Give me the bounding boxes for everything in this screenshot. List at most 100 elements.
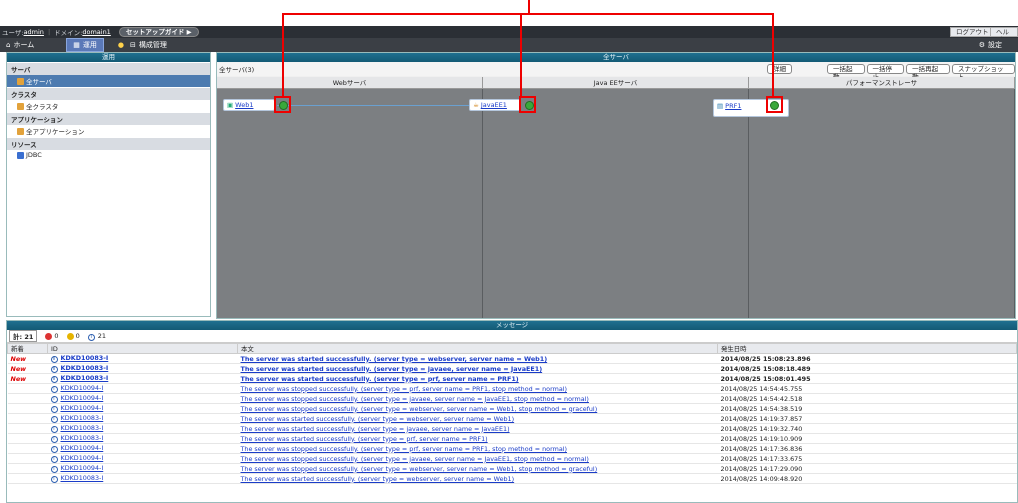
new-flag: [7, 403, 48, 414]
total-count[interactable]: 計: 21: [9, 330, 38, 342]
message-id-link[interactable]: KDKD10083-I: [61, 424, 104, 432]
action-button[interactable]: スナップショット: [951, 64, 1016, 81]
tree-section[interactable]: アプリケーション: [7, 113, 210, 125]
message-text-link[interactable]: The server was started successfully. (se…: [241, 355, 548, 363]
message-text-cell: The server was stopped successfully. (se…: [237, 403, 718, 414]
logout-button[interactable]: ログアウト: [950, 27, 995, 37]
config-icon: ⊟: [129, 41, 136, 49]
message-text-link[interactable]: The server was started successfully. (se…: [241, 375, 519, 383]
node-javaee1-link[interactable]: JavaEE1: [481, 101, 507, 109]
message-id-link[interactable]: KDKD10083-I: [61, 474, 104, 482]
message-id-link[interactable]: KDKD10094-I: [61, 464, 104, 472]
error-count-filter[interactable]: 0: [45, 332, 59, 340]
tree-section[interactable]: クラスタ: [7, 88, 210, 100]
message-text-cell: The server was stopped successfully. (se…: [237, 383, 718, 394]
col-header-new[interactable]: 新着: [7, 343, 48, 354]
new-flag: New: [7, 363, 48, 374]
message-text-cell: The server was started successfully. (se…: [237, 353, 718, 364]
action-button[interactable]: 一括再起動: [906, 64, 950, 81]
nav-home[interactable]: ⌂ ホーム: [0, 38, 40, 52]
domain-link[interactable]: domain1: [82, 28, 110, 36]
setup-guide-label: セットアップガイド: [125, 28, 185, 36]
message-row[interactable]: i KDKD10094-I The server was stopped succe…: [7, 383, 1017, 394]
tree-section[interactable]: リソース: [7, 138, 210, 150]
nav-config[interactable]: ⊟ 構成管理: [124, 38, 173, 52]
message-id-cell: i KDKD10094-I: [47, 393, 238, 404]
action-button[interactable]: 一括起動: [827, 64, 865, 81]
message-text-cell: The server was stopped successfully. (se…: [237, 453, 718, 464]
message-id-link[interactable]: KDKD10083-I: [61, 414, 104, 422]
message-row[interactable]: i KDKD10094-I The server was stopped succe…: [7, 463, 1017, 474]
column-headers: Webサーバ Java EEサーバ パフォーマンストレーサ: [217, 77, 1015, 89]
message-text-link[interactable]: The server was stopped successfully. (se…: [241, 385, 568, 393]
message-id-link[interactable]: KDKD10094-I: [61, 394, 104, 402]
message-row[interactable]: i KDKD10083-I The server was started succe…: [7, 413, 1017, 424]
message-text-link[interactable]: The server was stopped successfully. (se…: [241, 395, 589, 403]
message-id-cell: i KDKD10094-I: [47, 453, 238, 464]
tree-item[interactable]: 全クラスタ: [7, 100, 210, 112]
message-text-link[interactable]: The server was started successfully. (se…: [241, 475, 515, 483]
message-id-link[interactable]: KDKD10083-I: [61, 364, 109, 372]
node-web1[interactable]: ▣ Web1: [223, 99, 275, 111]
nav-home-label: ホーム: [13, 41, 35, 49]
warning-icon: [66, 332, 74, 340]
message-text-cell: The server was started successfully. (se…: [237, 433, 718, 444]
detail-button[interactable]: 詳細: [767, 64, 792, 74]
message-text-link[interactable]: The server was started successfully. (se…: [241, 435, 488, 443]
message-text-link[interactable]: The server was started successfully. (se…: [241, 425, 510, 433]
message-text-link[interactable]: The server was stopped successfully. (se…: [241, 455, 589, 463]
message-row[interactable]: New i KDKD10083-I The server was started su…: [7, 353, 1017, 364]
node-prf1-link[interactable]: PRF1: [725, 102, 741, 110]
node-web1-link[interactable]: Web1: [235, 101, 253, 109]
error-count: 0: [54, 332, 59, 340]
message-row[interactable]: New i KDKD10083-I The server was started su…: [7, 363, 1017, 374]
warning-count-filter[interactable]: 0: [66, 332, 80, 340]
message-id-link[interactable]: KDKD10083-I: [61, 434, 104, 442]
message-text-cell: The server was stopped successfully. (se…: [237, 393, 718, 404]
help-button[interactable]: ヘルプ: [990, 27, 1018, 44]
message-row[interactable]: i KDKD10094-I The server was stopped succe…: [7, 443, 1017, 454]
message-row[interactable]: i KDKD10083-I The server was started succe…: [7, 423, 1017, 434]
info-count-filter[interactable]: i 21: [87, 331, 106, 341]
message-row[interactable]: New i KDKD10083-I The server was started su…: [7, 373, 1017, 384]
col-header-time[interactable]: 発生日時: [717, 343, 1017, 354]
tree-item[interactable]: JDBC: [7, 150, 210, 160]
message-counts: 計: 21 0 0 i 21: [7, 330, 1017, 343]
message-row[interactable]: i KDKD10083-I The server was started succe…: [7, 473, 1017, 484]
col-header-text[interactable]: 本文: [237, 343, 718, 354]
nav-settings[interactable]: ⚙ 設定: [973, 38, 1008, 52]
message-row[interactable]: i KDKD10094-I The server was stopped succe…: [7, 393, 1017, 404]
annotation-line: [772, 14, 774, 98]
message-id-link[interactable]: KDKD10083-I: [61, 354, 109, 362]
action-button[interactable]: 一括停止: [866, 64, 905, 81]
message-text-link[interactable]: The server was stopped successfully. (se…: [241, 445, 568, 453]
message-text-link[interactable]: The server was stopped successfully. (se…: [241, 405, 598, 413]
message-text-link[interactable]: The server was started successfully. (se…: [241, 415, 515, 423]
message-id-link[interactable]: KDKD10094-I: [61, 404, 104, 412]
tree-section[interactable]: サーバ: [7, 63, 210, 75]
new-flag: [7, 413, 48, 424]
tree-item[interactable]: 全アプリケーション: [7, 125, 210, 137]
new-flag: [7, 423, 48, 434]
message-text-link[interactable]: The server was stopped successfully. (se…: [241, 465, 598, 473]
message-id-cell: i KDKD10083-I: [47, 373, 238, 384]
message-row[interactable]: i KDKD10094-I The server was stopped succe…: [7, 403, 1017, 414]
user-link[interactable]: admin: [24, 28, 44, 36]
new-flag: [7, 463, 48, 474]
message-row[interactable]: i KDKD10094-I The server was stopped succe…: [7, 453, 1017, 464]
node-javaee1[interactable]: ☕ JavaEE1: [469, 99, 521, 111]
tree-item[interactable]: 全サーバ: [7, 75, 210, 87]
setup-guide-button[interactable]: セットアップガイド ▶: [118, 27, 199, 37]
info-count: 21: [97, 331, 106, 340]
col-header-id[interactable]: ID: [47, 343, 238, 354]
webserver-icon: ▣: [227, 101, 234, 109]
message-id-link[interactable]: KDKD10094-I: [61, 444, 104, 452]
message-id-link[interactable]: KDKD10083-I: [61, 374, 109, 382]
top-bar: ユーザ: admin | ドメイン: domain1 セットアップガイド ▶ ロ…: [0, 26, 1018, 44]
nav-operation[interactable]: ▦ 運用: [66, 38, 104, 52]
message-id-link[interactable]: KDKD10094-I: [61, 454, 104, 462]
message-time: 2014/08/25 14:54:45.755: [717, 383, 1017, 394]
message-text-link[interactable]: The server was started successfully. (se…: [241, 365, 543, 373]
message-id-link[interactable]: KDKD10094-I: [61, 384, 104, 392]
message-row[interactable]: i KDKD10083-I The server was started succe…: [7, 433, 1017, 444]
